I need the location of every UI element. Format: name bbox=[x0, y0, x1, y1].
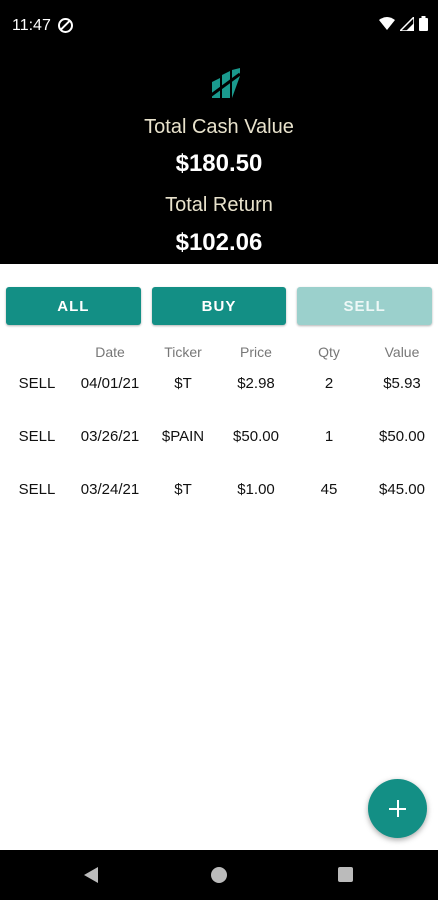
table-row[interactable]: SELL 03/26/21 $PAIN $50.00 1 $50.00 bbox=[0, 428, 438, 452]
row-ticker: $T bbox=[174, 375, 192, 392]
back-icon[interactable] bbox=[84, 867, 98, 883]
status-time: 11:47 bbox=[12, 17, 51, 34]
filter-buy-button[interactable]: BUY bbox=[151, 287, 287, 325]
column-header-value: Value bbox=[384, 344, 420, 360]
column-header-date: Date bbox=[95, 344, 125, 360]
total-cash-label: Total Cash Value bbox=[144, 116, 294, 138]
filter-sell-button[interactable]: SELL bbox=[297, 287, 433, 325]
row-value: $5.93 bbox=[383, 375, 421, 392]
row-qty: 2 bbox=[324, 375, 334, 392]
total-cash-value: $180.50 bbox=[175, 150, 263, 177]
row-value: $50.00 bbox=[379, 428, 425, 445]
row-type: SELL bbox=[18, 481, 56, 498]
row-price: $1.00 bbox=[237, 481, 275, 498]
cell-signal-icon bbox=[400, 16, 414, 31]
row-date: 03/24/21 bbox=[80, 481, 140, 498]
row-price: $2.98 bbox=[237, 375, 275, 392]
column-header-qty: Qty bbox=[318, 344, 340, 360]
filter-bar: ALL BUY SELL bbox=[6, 287, 433, 325]
portfolio-summary: Total Cash Value $180.50 Total Return $1… bbox=[0, 52, 438, 264]
wifi-icon bbox=[379, 16, 395, 30]
row-date: 03/26/21 bbox=[80, 428, 140, 445]
row-type: SELL bbox=[18, 428, 56, 445]
app-logo-icon bbox=[210, 68, 241, 98]
status-bar: 11:47 bbox=[0, 0, 438, 52]
row-ticker: $T bbox=[174, 481, 192, 498]
add-transaction-button[interactable] bbox=[368, 779, 427, 838]
row-type: SELL bbox=[18, 375, 56, 392]
row-qty: 1 bbox=[324, 428, 334, 445]
table-row[interactable]: SELL 04/01/21 $T $2.98 2 $5.93 bbox=[0, 375, 438, 399]
column-header-price: Price bbox=[240, 344, 272, 360]
total-return-value: $102.06 bbox=[175, 229, 263, 256]
system-nav-bar bbox=[0, 850, 438, 900]
row-date: 04/01/21 bbox=[80, 375, 140, 392]
row-value: $45.00 bbox=[379, 481, 425, 498]
row-qty: 45 bbox=[320, 481, 338, 498]
recents-icon[interactable] bbox=[338, 867, 353, 882]
status-icons bbox=[379, 16, 428, 31]
row-price: $50.00 bbox=[233, 428, 279, 445]
column-header-ticker: Ticker bbox=[164, 344, 202, 360]
battery-icon bbox=[419, 16, 428, 31]
row-ticker: $PAIN bbox=[161, 428, 205, 445]
filter-all-button[interactable]: ALL bbox=[6, 287, 141, 325]
table-row[interactable]: SELL 03/24/21 $T $1.00 45 $45.00 bbox=[0, 481, 438, 505]
home-icon[interactable] bbox=[211, 867, 227, 883]
table-header: Date Ticker Price Qty Value bbox=[0, 344, 438, 364]
total-return-label: Total Return bbox=[165, 194, 273, 216]
do-not-disturb-icon bbox=[58, 18, 73, 33]
